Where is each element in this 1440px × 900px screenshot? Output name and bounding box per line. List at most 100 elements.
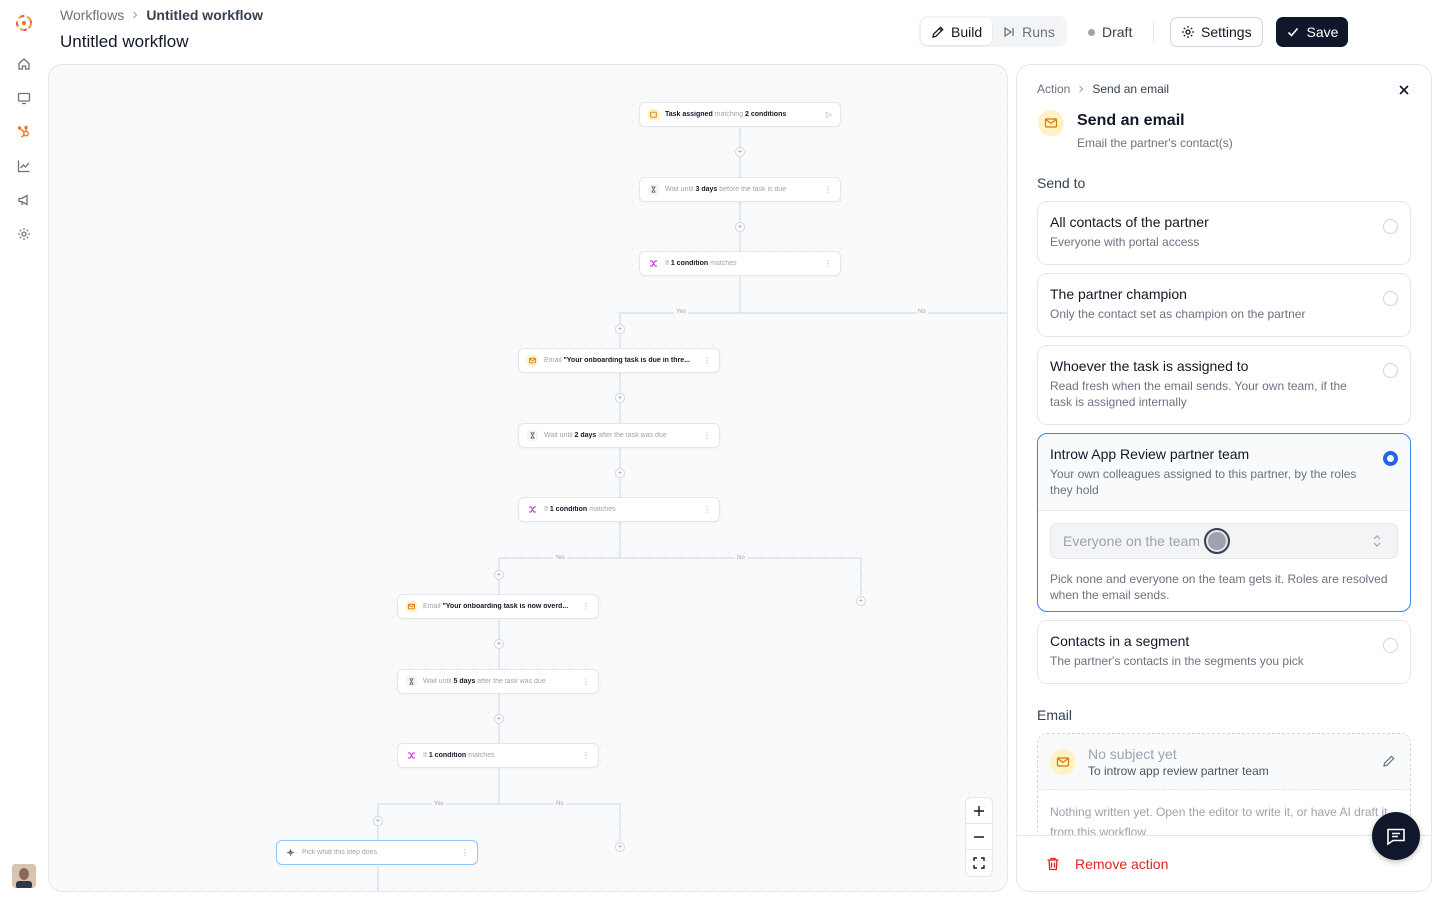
- radio-button[interactable]: [1383, 363, 1398, 378]
- more-icon[interactable]: ⋮: [824, 185, 832, 194]
- workflow-canvas[interactable]: Task assigned matching 2 conditions ▷ + …: [48, 64, 1008, 892]
- node-end: matches: [708, 260, 737, 267]
- more-icon[interactable]: ⋮: [582, 751, 590, 760]
- play-bar-icon: [1004, 26, 1014, 37]
- home-icon[interactable]: [14, 54, 34, 74]
- tab-runs[interactable]: Runs: [992, 18, 1065, 45]
- add-step-button[interactable]: +: [735, 222, 745, 232]
- sparkle-icon: [285, 847, 296, 858]
- add-step-button[interactable]: +: [494, 570, 504, 580]
- chevron-right-icon: [1079, 85, 1084, 93]
- option-desc: Read fresh when the email sends. Your ow…: [1050, 379, 1347, 409]
- breadcrumb-root[interactable]: Workflows: [60, 7, 124, 23]
- hubspot-icon[interactable]: [14, 122, 34, 142]
- panel-crumb-root[interactable]: Action: [1037, 82, 1070, 96]
- chat-icon: [1387, 828, 1405, 846]
- app-rail: [0, 0, 48, 900]
- add-step-button[interactable]: +: [735, 147, 745, 157]
- node-bold: "Your onboarding task is now overd...: [442, 603, 569, 610]
- recipient-option-partner-team[interactable]: Introw App Review partner team Your own …: [1037, 433, 1411, 612]
- more-icon[interactable]: ⋮: [824, 259, 832, 268]
- remove-action-button[interactable]: Remove action: [1075, 856, 1168, 872]
- workflow-node-trigger[interactable]: Task assigned matching 2 conditions ▷: [639, 102, 841, 127]
- radio-button[interactable]: [1383, 219, 1398, 234]
- add-step-button[interactable]: +: [615, 324, 625, 334]
- play-icon[interactable]: ▷: [826, 110, 832, 119]
- add-step-button[interactable]: +: [494, 714, 504, 724]
- workflow-node-wait[interactable]: Wait until 2 days after the task was due…: [518, 423, 720, 448]
- add-step-button[interactable]: +: [615, 468, 625, 478]
- more-icon[interactable]: ⋮: [703, 505, 711, 514]
- more-icon[interactable]: ⋮: [582, 677, 590, 686]
- tab-runs-label: Runs: [1022, 23, 1055, 40]
- status-badge: Draft: [1088, 24, 1132, 40]
- header-divider: [1153, 21, 1154, 42]
- node-label: Task assigned: [665, 111, 713, 118]
- recipient-option-all-contacts[interactable]: All contacts of the partner Everyone wit…: [1037, 201, 1411, 265]
- monitor-icon[interactable]: [14, 88, 34, 108]
- gear-icon[interactable]: [14, 224, 34, 244]
- panel-breadcrumb: Action Send an email: [1037, 82, 1169, 96]
- save-button[interactable]: Save: [1276, 17, 1348, 47]
- chat-support-button[interactable]: [1372, 812, 1420, 860]
- recipient-option-task-assignee[interactable]: Whoever the task is assigned to Read fre…: [1037, 345, 1411, 425]
- add-step-button[interactable]: +: [615, 393, 625, 403]
- branch-no-label: No: [916, 309, 928, 315]
- branch-no-label: No: [735, 555, 747, 561]
- zoom-in-button[interactable]: [966, 798, 992, 824]
- add-step-button[interactable]: +: [494, 639, 504, 649]
- megaphone-icon[interactable]: [14, 190, 34, 210]
- option-title: Introw App Review partner team: [1050, 446, 1250, 462]
- more-icon[interactable]: ⋮: [582, 602, 590, 611]
- workflow-node-wait[interactable]: Wait until 5 days after the task was due…: [397, 669, 599, 694]
- add-step-button[interactable]: +: [615, 842, 625, 852]
- branch-yes-label: Yes: [553, 555, 567, 561]
- settings-button[interactable]: Settings: [1170, 17, 1263, 47]
- option-desc: Only the contact set as champion on the …: [1050, 307, 1306, 321]
- node-bold: 1 condition: [549, 506, 588, 513]
- tab-build[interactable]: Build: [921, 18, 993, 45]
- view-toggle: Build Runs: [919, 16, 1067, 47]
- radio-button-selected[interactable]: [1383, 451, 1398, 466]
- workflow-node-email[interactable]: Email "Your onboarding task is due in th…: [518, 348, 720, 373]
- node-label: Email: [423, 603, 443, 610]
- roles-select[interactable]: Everyone on the team: [1050, 523, 1398, 559]
- option-title: All contacts of the partner: [1050, 214, 1209, 230]
- add-step-button[interactable]: +: [856, 596, 866, 606]
- more-icon[interactable]: ⋮: [703, 356, 711, 365]
- option-desc: Everyone with portal access: [1050, 235, 1200, 249]
- user-avatar[interactable]: [12, 864, 36, 888]
- option-title: Contacts in a segment: [1050, 633, 1190, 649]
- fit-view-button[interactable]: [966, 850, 992, 876]
- workflow-node-wait[interactable]: Wait until 3 days before the task is due…: [639, 177, 841, 202]
- node-bold: 2 days: [574, 432, 597, 439]
- recipient-option-segment[interactable]: Contacts in a segment The partner's cont…: [1037, 620, 1411, 684]
- more-icon[interactable]: ⋮: [703, 431, 711, 440]
- workflow-node-email[interactable]: Email "Your onboarding task is now overd…: [397, 594, 599, 619]
- node-label: Wait until: [423, 678, 454, 685]
- page-title[interactable]: Untitled workflow: [60, 32, 189, 52]
- mail-icon: [406, 601, 417, 612]
- more-icon[interactable]: ⋮: [461, 848, 469, 857]
- chart-icon[interactable]: [14, 156, 34, 176]
- recipient-option-champion[interactable]: The partner champion Only the contact se…: [1037, 273, 1411, 337]
- pencil-icon[interactable]: [1382, 754, 1396, 768]
- node-end: matches: [587, 506, 616, 513]
- branch-yes-label: Yes: [432, 801, 446, 807]
- close-panel-button[interactable]: [1397, 83, 1411, 97]
- panel-subtitle: Email the partner's contact(s): [1077, 136, 1233, 150]
- workflow-node-branch[interactable]: If 1 condition matches ⋮: [639, 251, 841, 276]
- workflow-node-empty[interactable]: Pick what this step does ⋮: [276, 840, 478, 865]
- option-desc: The partner's contacts in the segments y…: [1050, 654, 1304, 668]
- app-logo-icon[interactable]: [14, 13, 34, 33]
- zoom-out-button[interactable]: [966, 824, 992, 850]
- radio-button[interactable]: [1383, 291, 1398, 306]
- radio-button[interactable]: [1383, 638, 1398, 653]
- mail-icon: [1050, 748, 1076, 775]
- workflow-node-branch[interactable]: If 1 condition matches ⋮: [518, 497, 720, 522]
- node-end: after the task was due: [475, 678, 546, 685]
- workflow-node-branch[interactable]: If 1 condition matches ⋮: [397, 743, 599, 768]
- add-step-button[interactable]: +: [373, 816, 383, 826]
- node-end: after the task was due: [596, 432, 667, 439]
- shuffle-icon: [406, 750, 417, 761]
